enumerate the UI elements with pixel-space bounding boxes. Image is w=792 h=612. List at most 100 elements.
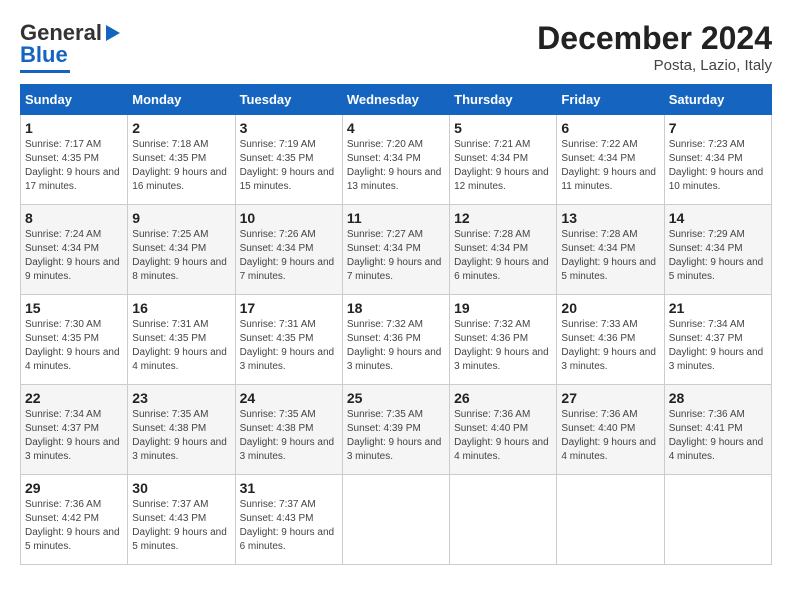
calendar-cell: 3 Sunrise: 7:19 AMSunset: 4:35 PMDaylight… (235, 115, 342, 205)
day-info: Sunrise: 7:21 AMSunset: 4:34 PMDaylight:… (454, 139, 549, 192)
col-tuesday: Tuesday (235, 85, 342, 115)
day-info: Sunrise: 7:35 AMSunset: 4:38 PMDaylight:… (132, 409, 227, 462)
calendar-cell: 20 Sunrise: 7:33 AMSunset: 4:36 PMDayligh… (557, 295, 664, 385)
logo-arrow-icon (106, 25, 120, 41)
day-number: 5 (454, 120, 552, 136)
day-number: 18 (347, 300, 445, 316)
day-info: Sunrise: 7:36 AMSunset: 4:40 PMDaylight:… (454, 409, 549, 462)
calendar-cell: 23 Sunrise: 7:35 AMSunset: 4:38 PMDayligh… (128, 385, 235, 475)
day-info: Sunrise: 7:31 AMSunset: 4:35 PMDaylight:… (132, 319, 227, 372)
calendar-cell: 19 Sunrise: 7:32 AMSunset: 4:36 PMDayligh… (450, 295, 557, 385)
calendar-week-row: 1 Sunrise: 7:17 AMSunset: 4:35 PMDaylight… (21, 115, 772, 205)
day-number: 20 (561, 300, 659, 316)
day-info: Sunrise: 7:25 AMSunset: 4:34 PMDaylight:… (132, 229, 227, 282)
calendar-cell: 7Sunrise: 7:23 AMSunset: 4:34 PMDaylight… (664, 115, 771, 205)
day-info: Sunrise: 7:33 AMSunset: 4:36 PMDaylight:… (561, 319, 656, 372)
calendar-cell: 2Sunrise: 7:18 AMSunset: 4:35 PMDaylight… (128, 115, 235, 205)
calendar-cell: 27 Sunrise: 7:36 AMSunset: 4:40 PMDayligh… (557, 385, 664, 475)
col-thursday: Thursday (450, 85, 557, 115)
calendar-week-row: 8Sunrise: 7:24 AMSunset: 4:34 PMDaylight… (21, 205, 772, 295)
calendar-cell: 11Sunrise: 7:27 AMSunset: 4:34 PMDayligh… (342, 205, 449, 295)
calendar-cell: 24 Sunrise: 7:35 AMSunset: 4:38 PMDayligh… (235, 385, 342, 475)
calendar-cell: 13 Sunrise: 7:28 AMSunset: 4:34 PMDayligh… (557, 205, 664, 295)
day-number: 24 (240, 390, 338, 406)
calendar-cell: 16Sunrise: 7:31 AMSunset: 4:35 PMDayligh… (128, 295, 235, 385)
calendar-week-row: 29 Sunrise: 7:36 AMSunset: 4:42 PMDayligh… (21, 475, 772, 565)
day-info: Sunrise: 7:36 AMSunset: 4:40 PMDaylight:… (561, 409, 656, 462)
calendar-week-row: 15 Sunrise: 7:30 AMSunset: 4:35 PMDayligh… (21, 295, 772, 385)
calendar-cell: 18 Sunrise: 7:32 AMSunset: 4:36 PMDayligh… (342, 295, 449, 385)
day-info: Sunrise: 7:22 AMSunset: 4:34 PMDaylight:… (561, 139, 656, 192)
day-number: 28 (669, 390, 767, 406)
day-info: Sunrise: 7:34 AMSunset: 4:37 PMDaylight:… (25, 409, 120, 462)
calendar-cell: 9Sunrise: 7:25 AMSunset: 4:34 PMDaylight… (128, 205, 235, 295)
day-info: Sunrise: 7:31 AMSunset: 4:35 PMDaylight:… (240, 319, 335, 372)
calendar-cell: 15 Sunrise: 7:30 AMSunset: 4:35 PMDayligh… (21, 295, 128, 385)
calendar-cell: 31 Sunrise: 7:37 AMSunset: 4:43 PMDayligh… (235, 475, 342, 565)
location: Posta, Lazio, Italy (537, 57, 772, 74)
day-number: 2 (132, 120, 230, 136)
day-number: 23 (132, 390, 230, 406)
day-number: 17 (240, 300, 338, 316)
calendar-cell: 22Sunrise: 7:34 AMSunset: 4:37 PMDayligh… (21, 385, 128, 475)
calendar-cell: 29 Sunrise: 7:36 AMSunset: 4:42 PMDayligh… (21, 475, 128, 565)
day-number: 27 (561, 390, 659, 406)
day-number: 10 (240, 210, 338, 226)
day-number: 1 (25, 120, 123, 136)
day-info: Sunrise: 7:17 AMSunset: 4:35 PMDaylight:… (25, 139, 120, 192)
day-info: Sunrise: 7:19 AMSunset: 4:35 PMDaylight:… (240, 139, 335, 192)
day-info: Sunrise: 7:26 AMSunset: 4:34 PMDaylight:… (240, 229, 335, 282)
day-info: Sunrise: 7:35 AMSunset: 4:39 PMDaylight:… (347, 409, 442, 462)
day-number: 3 (240, 120, 338, 136)
day-info: Sunrise: 7:37 AMSunset: 4:43 PMDaylight:… (132, 499, 227, 552)
day-number: 21 (669, 300, 767, 316)
day-info: Sunrise: 7:36 AMSunset: 4:42 PMDaylight:… (25, 499, 120, 552)
day-number: 12 (454, 210, 552, 226)
day-number: 15 (25, 300, 123, 316)
month-title: December 2024 (537, 20, 772, 57)
calendar-cell: 10 Sunrise: 7:26 AMSunset: 4:34 PMDayligh… (235, 205, 342, 295)
col-friday: Friday (557, 85, 664, 115)
calendar-cell: 1 Sunrise: 7:17 AMSunset: 4:35 PMDaylight… (21, 115, 128, 205)
calendar-cell (450, 475, 557, 565)
calendar-cell: 30Sunrise: 7:37 AMSunset: 4:43 PMDayligh… (128, 475, 235, 565)
calendar-header-row: Sunday Monday Tuesday Wednesday Thursday… (21, 85, 772, 115)
calendar-cell: 26 Sunrise: 7:36 AMSunset: 4:40 PMDayligh… (450, 385, 557, 475)
logo: General Blue (20, 20, 120, 73)
calendar-cell: 25Sunrise: 7:35 AMSunset: 4:39 PMDayligh… (342, 385, 449, 475)
day-number: 11 (347, 210, 445, 226)
col-saturday: Saturday (664, 85, 771, 115)
col-sunday: Sunday (21, 85, 128, 115)
day-number: 29 (25, 480, 123, 496)
calendar-cell: 17 Sunrise: 7:31 AMSunset: 4:35 PMDayligh… (235, 295, 342, 385)
day-info: Sunrise: 7:34 AMSunset: 4:37 PMDaylight:… (669, 319, 764, 372)
day-number: 4 (347, 120, 445, 136)
day-number: 19 (454, 300, 552, 316)
day-info: Sunrise: 7:20 AMSunset: 4:34 PMDaylight:… (347, 139, 442, 192)
calendar-cell: 4 Sunrise: 7:20 AMSunset: 4:34 PMDaylight… (342, 115, 449, 205)
calendar-cell: 14Sunrise: 7:29 AMSunset: 4:34 PMDayligh… (664, 205, 771, 295)
calendar-cell: 28 Sunrise: 7:36 AMSunset: 4:41 PMDayligh… (664, 385, 771, 475)
day-info: Sunrise: 7:24 AMSunset: 4:34 PMDaylight:… (25, 229, 120, 282)
day-number: 26 (454, 390, 552, 406)
calendar-cell: 6Sunrise: 7:22 AMSunset: 4:34 PMDaylight… (557, 115, 664, 205)
day-info: Sunrise: 7:37 AMSunset: 4:43 PMDaylight:… (240, 499, 335, 552)
day-info: Sunrise: 7:35 AMSunset: 4:38 PMDaylight:… (240, 409, 335, 462)
day-number: 31 (240, 480, 338, 496)
day-info: Sunrise: 7:32 AMSunset: 4:36 PMDaylight:… (454, 319, 549, 372)
calendar-cell: 5 Sunrise: 7:21 AMSunset: 4:34 PMDaylight… (450, 115, 557, 205)
day-info: Sunrise: 7:29 AMSunset: 4:34 PMDaylight:… (669, 229, 764, 282)
col-monday: Monday (128, 85, 235, 115)
day-number: 13 (561, 210, 659, 226)
calendar-cell (557, 475, 664, 565)
calendar-cell: 21 Sunrise: 7:34 AMSunset: 4:37 PMDayligh… (664, 295, 771, 385)
calendar-table: Sunday Monday Tuesday Wednesday Thursday… (20, 84, 772, 565)
title-block: December 2024 Posta, Lazio, Italy (537, 20, 772, 74)
day-info: Sunrise: 7:28 AMSunset: 4:34 PMDaylight:… (561, 229, 656, 282)
day-info: Sunrise: 7:30 AMSunset: 4:35 PMDaylight:… (25, 319, 120, 372)
day-info: Sunrise: 7:28 AMSunset: 4:34 PMDaylight:… (454, 229, 549, 282)
calendar-cell: 8Sunrise: 7:24 AMSunset: 4:34 PMDaylight… (21, 205, 128, 295)
day-info: Sunrise: 7:32 AMSunset: 4:36 PMDaylight:… (347, 319, 442, 372)
day-info: Sunrise: 7:36 AMSunset: 4:41 PMDaylight:… (669, 409, 764, 462)
calendar-cell (664, 475, 771, 565)
